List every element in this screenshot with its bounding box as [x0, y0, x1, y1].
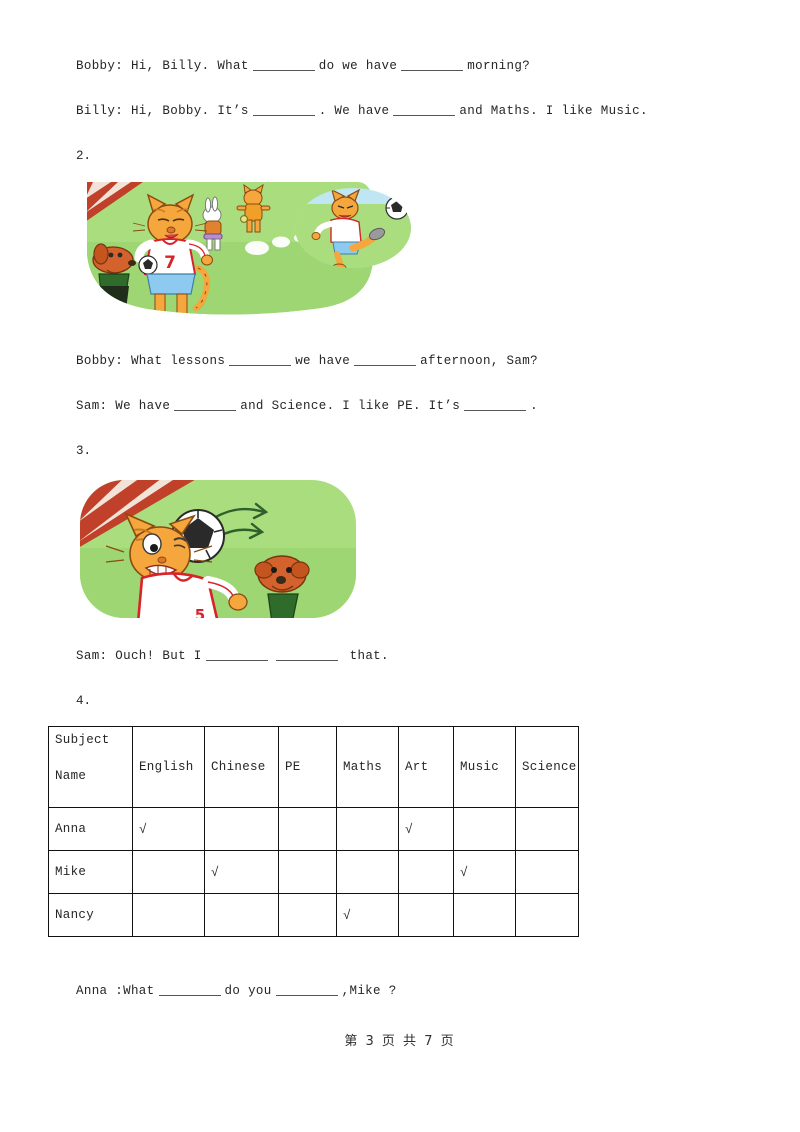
dialogue-text-before: Bobby: Hi, Billy. What: [76, 59, 249, 73]
dialogue-text-mid: . We have: [318, 104, 390, 118]
illustration-football-scene-svg: 7: [87, 182, 411, 315]
cell-nancy-science[interactable]: [515, 893, 579, 937]
column-header-pe: PE: [278, 726, 337, 808]
corner-label-subject: Subject: [55, 733, 110, 747]
dialogue-text-after: and Maths. I like Music.: [459, 104, 648, 118]
illustration-football-scene: 7: [85, 182, 415, 320]
dialogue-text-after: ,Mike ?: [341, 984, 397, 998]
dialogue-line-sam-2: Sam: Ouch! But I that.: [76, 648, 389, 664]
cell-mike-science[interactable]: [515, 850, 579, 894]
cell-nancy-music[interactable]: [453, 893, 516, 937]
dialogue-line-billy-1: Billy: Hi, Bobby. It’s . We have and Maths…: [76, 103, 648, 119]
table-row: Anna √ √: [48, 807, 579, 851]
row-label-nancy: Nancy: [48, 893, 133, 937]
exercise-number-2: 2.: [76, 149, 92, 163]
cell-anna-science[interactable]: [515, 807, 579, 851]
dialogue-text-before: Bobby: What lessons: [76, 354, 226, 368]
cell-anna-chinese[interactable]: [204, 807, 279, 851]
answer-blank[interactable]: [252, 59, 315, 71]
answer-blank[interactable]: [401, 59, 464, 71]
column-header-maths: Maths: [336, 726, 399, 808]
dialogue-line-anna-1: Anna :What do you ,Mike ?: [76, 983, 397, 999]
cell-mike-english[interactable]: [132, 850, 205, 894]
answer-blank[interactable]: [229, 354, 292, 366]
illustration-ball-hit-scene: 5: [78, 478, 358, 623]
answer-blank[interactable]: [275, 984, 338, 996]
dialogue-text-after: that.: [349, 649, 389, 663]
corner-label-name: Name: [55, 769, 87, 783]
answer-blank[interactable]: [252, 104, 315, 116]
answer-blank[interactable]: [464, 399, 527, 411]
cell-anna-english[interactable]: √: [132, 807, 205, 851]
svg-text:7: 7: [164, 253, 176, 273]
table-row: Nancy √: [48, 893, 579, 937]
answer-blank[interactable]: [393, 104, 456, 116]
dialogue-text-mid: do you: [224, 984, 272, 998]
answer-blank[interactable]: [275, 649, 338, 661]
cell-nancy-pe[interactable]: [278, 893, 337, 937]
document-page: Bobby: Hi, Billy. What do we have morning?…: [0, 0, 800, 1132]
table-row: Mike √ √: [48, 850, 579, 894]
dialogue-text-after: afternoon, Sam?: [420, 354, 538, 368]
exercise-number-3: 3.: [76, 444, 92, 458]
dialogue-line-bobby-1: Bobby: Hi, Billy. What do we have morning?: [76, 58, 530, 74]
answer-blank[interactable]: [354, 354, 417, 366]
cell-nancy-english[interactable]: [132, 893, 205, 937]
cell-nancy-chinese[interactable]: [204, 893, 279, 937]
dialogue-text-before: Anna :What: [76, 984, 155, 998]
dialogue-text-mid: we have: [295, 354, 351, 368]
dialogue-text-before: Sam: Ouch! But I: [76, 649, 202, 663]
illustration-ball-hit-scene-svg: 5: [80, 480, 356, 623]
dialogue-text-after: .: [530, 399, 538, 413]
answer-blank[interactable]: [158, 984, 221, 996]
dialogue-text-before: Billy: Hi, Bobby. It’s: [76, 104, 249, 118]
dialogue-line-sam-1: Sam: We have and Science. I like PE. It’s…: [76, 398, 538, 414]
subject-preference-table: Subject Name English Chinese PE Maths Ar…: [48, 726, 579, 937]
answer-blank[interactable]: [174, 399, 237, 411]
table-header-row: Subject Name English Chinese PE Maths Ar…: [48, 726, 579, 808]
cell-nancy-maths[interactable]: √: [336, 893, 399, 937]
dialogue-line-bobby-2: Bobby: What lessons we have afternoon, Sam…: [76, 353, 538, 369]
exercise-number-4: 4.: [76, 694, 92, 708]
cell-mike-music[interactable]: √: [453, 850, 516, 894]
cell-mike-pe[interactable]: [278, 850, 337, 894]
dialogue-text-mid: do we have: [318, 59, 398, 73]
dialogue-text-before: Sam: We have: [76, 399, 171, 413]
column-header-music: Music: [453, 726, 516, 808]
row-label-anna: Anna: [48, 807, 133, 851]
dialogue-text-after: morning?: [467, 59, 531, 73]
cell-anna-pe[interactable]: [278, 807, 337, 851]
column-header-science: Science: [515, 726, 579, 808]
table-corner-cell: Subject Name: [48, 726, 133, 808]
page-footer: 第 3 页 共 7 页: [344, 1034, 456, 1049]
cell-mike-art[interactable]: [398, 850, 454, 894]
cell-nancy-art[interactable]: [398, 893, 454, 937]
column-header-english: English: [132, 726, 205, 808]
cell-anna-art[interactable]: √: [398, 807, 454, 851]
cell-mike-chinese[interactable]: √: [204, 850, 279, 894]
row-label-mike: Mike: [48, 850, 133, 894]
column-header-art: Art: [398, 726, 454, 808]
column-header-chinese: Chinese: [204, 726, 279, 808]
cell-mike-maths[interactable]: [336, 850, 399, 894]
dialogue-text-mid: and Science. I like PE. It’s: [240, 399, 461, 413]
cell-anna-music[interactable]: [453, 807, 516, 851]
cell-anna-maths[interactable]: [336, 807, 399, 851]
answer-blank[interactable]: [205, 649, 268, 661]
svg-text:5: 5: [195, 606, 205, 623]
scene-panel-2: 5: [80, 480, 356, 623]
